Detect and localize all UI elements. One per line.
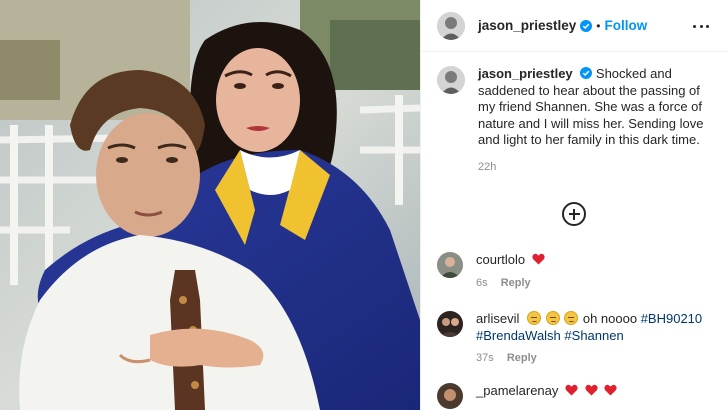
post-header: jason_priestley • Follow [421, 0, 728, 52]
caption-author-username[interactable]: jason_priestley [478, 66, 573, 81]
post-timestamp[interactable]: 22h [478, 159, 716, 176]
comment-username[interactable]: _pamelarenay [476, 383, 558, 398]
comment-username[interactable]: courtlolo [476, 252, 525, 267]
commenter-avatar[interactable] [437, 252, 463, 278]
commenter-avatar-image [437, 252, 463, 278]
instagram-post-view: jason_priestley • Follow jason_priestley [0, 0, 728, 410]
reply-button[interactable]: Reply [507, 352, 537, 364]
more-options-icon[interactable] [693, 18, 709, 34]
hashtag-link[interactable]: #BH90210 [641, 311, 702, 326]
reply-button[interactable]: Reply [501, 277, 531, 289]
post-side-panel: jason_priestley • Follow jason_priestley [420, 0, 728, 410]
comment-time: 37s [476, 352, 494, 364]
verified-badge-icon [580, 19, 593, 32]
disappointed-face-emoji [564, 311, 579, 325]
commenter-avatar[interactable] [437, 311, 463, 337]
comment-item: courtlolo 6s Reply [437, 252, 721, 291]
comment-text: oh noooo [582, 311, 638, 326]
hashtag-link[interactable]: #BrendaWalsh [476, 328, 561, 343]
commenter-avatar-image [437, 383, 463, 409]
load-more-comments-button[interactable] [562, 202, 586, 226]
caption-verified-badge-icon [580, 67, 593, 79]
commenter-avatar-image [437, 311, 463, 337]
disappointed-face-emoji [526, 311, 541, 325]
author-username[interactable]: jason_priestley [478, 18, 576, 33]
red-heart-emoji [532, 253, 545, 265]
post-photo [0, 0, 420, 410]
follow-button[interactable]: Follow [605, 18, 648, 33]
red-heart-emoji [565, 384, 578, 396]
comment-item: arlisevil oh noooo #BH90210 #BrendaWalsh… [437, 311, 721, 367]
hashtag-link[interactable]: #Shannen [564, 328, 623, 343]
commenter-avatar[interactable] [437, 383, 463, 409]
comment-item: _pamelarenay [437, 383, 721, 409]
post-caption: jason_priestley Shocked and saddened to … [437, 66, 717, 175]
author-avatar[interactable] [437, 11, 465, 40]
author-avatar-image [437, 11, 465, 40]
header-separator: • [596, 18, 601, 33]
disappointed-face-emoji [545, 311, 560, 325]
caption-author-avatar-image [437, 66, 465, 94]
comment-username[interactable]: arlisevil [476, 311, 519, 326]
post-photo-illustration [0, 0, 420, 410]
caption-author-avatar[interactable] [437, 66, 465, 94]
red-heart-emoji [585, 384, 598, 396]
red-heart-emoji [604, 384, 617, 396]
comment-time: 6s [476, 276, 488, 289]
